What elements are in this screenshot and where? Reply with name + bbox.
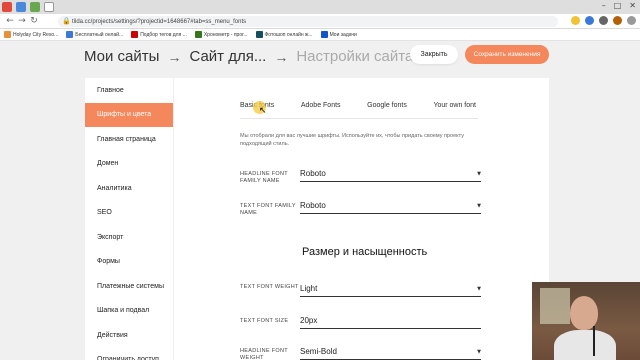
breadcrumb-my-sites[interactable]: Мои сайты	[84, 48, 159, 65]
address-bar[interactable]: 🔒 tilda.cc/projects/settings/?projectid=…	[58, 16, 558, 27]
tab-icons	[2, 2, 54, 12]
back-icon[interactable]: ←	[4, 15, 16, 27]
text-size-label: TEXT FONT SIZE	[240, 318, 289, 324]
headline-font-select[interactable]: Roboto ▼	[300, 166, 481, 182]
save-button[interactable]: Сохранить изменения	[465, 45, 549, 64]
avatar[interactable]	[613, 16, 622, 25]
youtube-tab-icon[interactable]	[2, 2, 12, 12]
sidebar-item-actions[interactable]: Действия	[85, 323, 173, 348]
fonts-settings-panel: Basic fonts Adobe Fonts Google fonts You…	[174, 78, 549, 360]
text-size-input[interactable]: 20px	[300, 313, 481, 329]
bookmark-icon	[255, 31, 263, 38]
mouse-cursor-icon: ↖	[259, 106, 267, 116]
settings-sidebar: Главное Шрифты и цвета Главная страница …	[85, 78, 173, 360]
headline-font-label: HEADLINE FONT FAMILY NAME	[240, 171, 288, 184]
address-bar-row: ← → ↻ 🔒 tilda.cc/projects/settings/?proj…	[0, 14, 640, 29]
active-tab-icon[interactable]	[44, 2, 54, 12]
headline-weight-select[interactable]: Semi-Bold ▼	[300, 344, 481, 360]
text-weight-value: Light	[300, 284, 318, 293]
breadcrumb-settings: Настройки сайта	[296, 48, 414, 65]
arrow-right-icon: →	[167, 48, 182, 65]
sidebar-item-forms[interactable]: Формы	[85, 250, 173, 275]
maximize-icon[interactable]: □	[614, 1, 622, 10]
dropdown-caret-icon: ▼	[477, 170, 481, 177]
bookmark-item[interactable]: Мои задачи	[320, 31, 357, 38]
sidebar-item-domain[interactable]: Домен	[85, 152, 173, 177]
section-title-size-weight: Размер и насыщенность	[302, 246, 428, 258]
breadcrumb-site[interactable]: Сайт для...	[189, 48, 266, 65]
extension-icon[interactable]	[599, 16, 608, 25]
headline-font-value: Roboto	[300, 169, 326, 178]
sidebar-item-payments[interactable]: Платежные системы	[85, 274, 173, 299]
window-controls: – □ ✕	[602, 1, 636, 10]
text-font-label: TEXT FONT FAMILY NAME	[240, 203, 296, 216]
tabs-divider	[240, 118, 478, 119]
sidebar-item-export[interactable]: Экспорт	[85, 225, 173, 250]
close-button[interactable]: Закрыть	[410, 45, 458, 64]
url-text: tilda.cc/projects/settings/?projectid=16…	[72, 18, 247, 25]
presenter-head	[570, 296, 598, 330]
breadcrumb: Мои сайты → Сайт для... → Настройки сайт…	[84, 48, 413, 65]
close-window-icon[interactable]: ✕	[629, 1, 636, 10]
sidebar-item-seo[interactable]: SEO	[85, 201, 173, 226]
docs-tab-icon[interactable]	[30, 2, 40, 12]
dropdown-caret-icon: ▼	[477, 348, 481, 355]
webcam-window-light	[540, 288, 570, 324]
text-size-value: 20px	[300, 316, 318, 325]
text-font-select[interactable]: Roboto ▼	[300, 198, 481, 214]
headline-weight-value: Semi-Bold	[300, 347, 337, 356]
bookmark-icon	[320, 31, 328, 38]
sidebar-item-header-footer[interactable]: Шапка и подвал	[85, 299, 173, 324]
bookmark-item[interactable]: Бесплатный онлай...	[66, 31, 123, 38]
tab-google-fonts[interactable]: Google fonts	[367, 102, 407, 109]
presenter-body	[554, 330, 616, 360]
bookmark-icon	[194, 31, 202, 38]
microphone-cable	[593, 326, 595, 356]
text-weight-label: TEXT FONT WEIGHT	[240, 284, 299, 290]
bookmark-icon	[4, 31, 11, 38]
fonts-description: Мы отобрали для вас лучшие шрифты. Испол…	[240, 133, 464, 147]
translate-tab-icon[interactable]	[16, 2, 26, 12]
sidebar-item-analytics[interactable]: Аналитика	[85, 176, 173, 201]
bookmarks-bar: Holyday City Reso... Бесплатный онлай...…	[0, 29, 640, 41]
bookmark-item[interactable]: Хронометр - прог...	[194, 31, 248, 38]
extension-icons	[571, 16, 636, 25]
minimize-icon[interactable]: –	[602, 1, 606, 10]
bookmark-item[interactable]: Holyday City Reso...	[4, 31, 58, 38]
forward-icon[interactable]: →	[16, 15, 28, 27]
webcam-overlay	[532, 282, 640, 360]
font-tabs: Basic fonts Adobe Fonts Google fonts You…	[240, 102, 476, 109]
browser-tab-strip: – □ ✕	[0, 0, 640, 14]
headline-weight-label: HEADLINE FONT WEIGHT	[240, 348, 288, 360]
text-font-value: Roboto	[300, 201, 326, 210]
menu-icon[interactable]	[627, 16, 636, 25]
reload-icon[interactable]: ↻	[28, 15, 40, 27]
extension-icon[interactable]	[585, 16, 594, 25]
bookmark-item[interactable]: Подбор тегов для ...	[131, 31, 187, 38]
arrow-right-icon: →	[274, 48, 289, 65]
text-weight-select[interactable]: Light ▼	[300, 281, 481, 297]
tab-adobe-fonts[interactable]: Adobe Fonts	[301, 102, 341, 109]
bookmark-item[interactable]: Фотошоп онлайн ж...	[255, 31, 313, 38]
dropdown-caret-icon: ▼	[477, 285, 481, 292]
sidebar-item-restrict-access[interactable]: Ограничить доступ	[85, 348, 173, 360]
dropdown-caret-icon: ▼	[477, 202, 481, 209]
lock-icon: 🔒	[62, 18, 71, 25]
sidebar-item-fonts-colors[interactable]: Шрифты и цвета	[85, 102, 173, 127]
bookmark-icon	[66, 31, 74, 38]
sidebar-item-main[interactable]: Главное	[85, 78, 173, 103]
sidebar-item-home-page[interactable]: Главная страница	[85, 127, 173, 152]
star-icon[interactable]	[571, 16, 580, 25]
bookmark-icon	[131, 31, 139, 38]
tab-own-font[interactable]: Your own font	[433, 102, 476, 109]
